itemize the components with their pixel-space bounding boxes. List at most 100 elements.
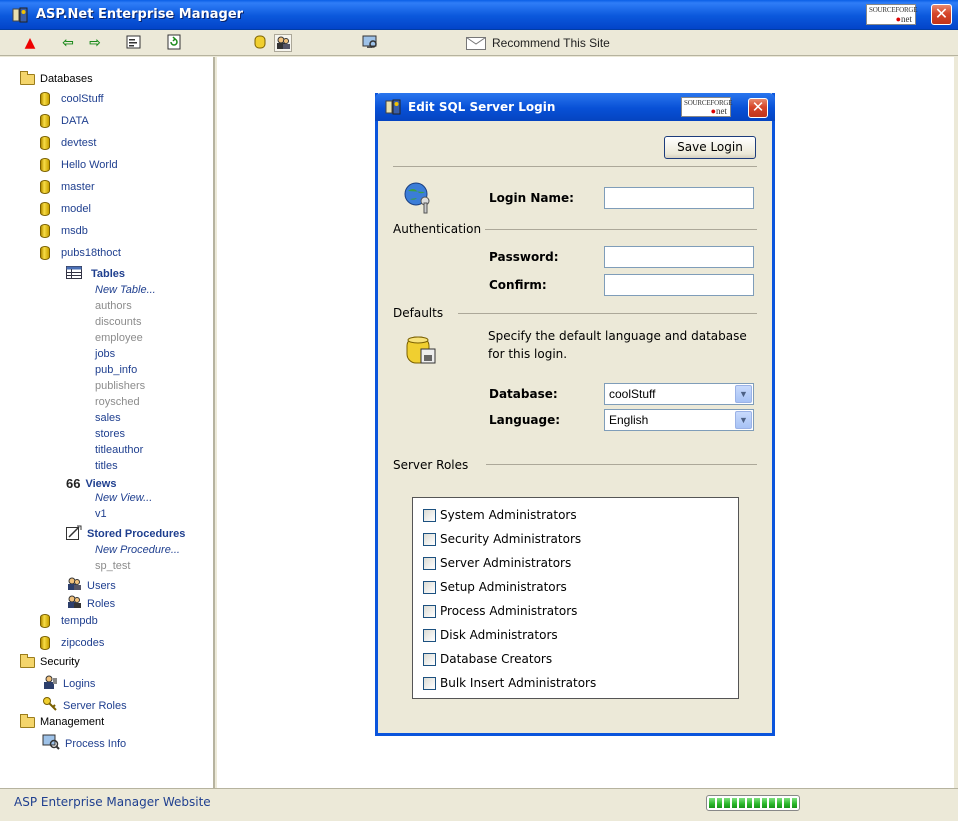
save-login-button[interactable]: Save Login — [664, 136, 756, 159]
tree-view-item[interactable]: v1 — [95, 508, 107, 520]
recommend-site-link[interactable]: Recommend This Site — [466, 34, 610, 52]
progress-block — [709, 798, 715, 808]
tree-table-item[interactable]: roysched — [95, 396, 140, 408]
warning-icon[interactable]: ▲ — [21, 34, 39, 52]
server-roles-list: System Administrators Security Administr… — [412, 497, 739, 699]
website-link[interactable]: ASP Enterprise Manager Website — [14, 795, 211, 809]
tree-new-table[interactable]: New Table... — [95, 284, 156, 296]
database-icon[interactable] — [251, 34, 269, 52]
tree-security[interactable]: Security — [20, 653, 80, 668]
checkbox[interactable] — [423, 628, 436, 642]
tree-new-view[interactable]: New View... — [95, 492, 152, 504]
role-checkbox-row[interactable]: Setup Administrators — [423, 580, 567, 594]
back-arrow-icon[interactable]: ⇦ — [59, 34, 77, 52]
role-checkbox-row[interactable]: Process Administrators — [423, 604, 577, 618]
login-name-input[interactable] — [604, 187, 754, 209]
role-checkbox-row[interactable]: Server Administrators — [423, 556, 571, 570]
tree-table-item[interactable]: jobs — [95, 348, 115, 360]
properties-icon[interactable] — [125, 34, 143, 52]
checkbox[interactable] — [423, 580, 436, 594]
tree-views[interactable]: 66 Views — [66, 476, 116, 491]
checkbox[interactable] — [423, 676, 436, 690]
role-checkbox-row[interactable]: System Administrators — [423, 508, 577, 522]
tree-procedure-item[interactable]: sp_test — [95, 560, 130, 572]
language-select[interactable]: English ▼ — [604, 409, 754, 431]
tree-db-msdb[interactable]: msdb — [40, 224, 88, 238]
globe-key-icon — [403, 181, 437, 218]
password-input[interactable] — [604, 246, 754, 268]
tree-table-item[interactable]: authors — [95, 300, 132, 312]
tree-table-item[interactable]: publishers — [95, 380, 145, 392]
tree-table-item[interactable]: pub_info — [95, 364, 137, 376]
checkbox[interactable] — [423, 508, 436, 522]
database-icon — [40, 224, 50, 238]
app-icon — [11, 6, 29, 24]
divider — [485, 229, 757, 230]
database-icon — [40, 202, 50, 216]
checkbox[interactable] — [423, 556, 436, 570]
tree-table-item[interactable]: discounts — [95, 316, 141, 328]
database-label: Database: — [489, 387, 558, 401]
edit-login-dialog: Edit SQL Server Login SOURCEFORGE ●net ✕… — [375, 93, 775, 736]
database-icon — [40, 180, 50, 194]
window-titlebar: ASP.Net Enterprise Manager SOURCEFORGE ●… — [0, 0, 958, 30]
tree-db-coolstuff[interactable]: coolStuff — [40, 92, 104, 106]
chevron-down-icon[interactable]: ▼ — [735, 385, 752, 403]
tree-roles[interactable]: Roles — [66, 594, 115, 613]
progress-block — [716, 798, 722, 808]
refresh-icon[interactable] — [165, 34, 183, 52]
tree-databases[interactable]: Databases — [20, 70, 93, 85]
tree-management[interactable]: Management — [20, 713, 104, 728]
database-icon — [40, 636, 50, 650]
tree-db-master[interactable]: master — [40, 180, 95, 194]
tree-table-item[interactable]: employee — [95, 332, 143, 344]
process-monitor-icon[interactable] — [361, 34, 379, 52]
tree-tables[interactable]: Tables — [66, 266, 125, 282]
server-roles-label: Server Roles — [393, 458, 469, 472]
forward-arrow-icon[interactable]: ⇨ — [86, 34, 104, 52]
progress-block — [754, 798, 760, 808]
tree-users[interactable]: Users — [66, 576, 116, 595]
tree-db-devtest[interactable]: devtest — [40, 136, 96, 150]
tree-stored-procedures[interactable]: Stored Procedures — [66, 525, 185, 543]
tree-db-hello-world[interactable]: Hello World — [40, 158, 118, 172]
tree-logins[interactable]: Logins — [42, 674, 95, 693]
checkbox[interactable] — [423, 532, 436, 546]
stored-procedure-icon — [66, 525, 82, 543]
checkbox[interactable] — [423, 652, 436, 666]
key-icon — [42, 696, 58, 715]
chevron-down-icon[interactable]: ▼ — [735, 411, 752, 429]
progress-block — [791, 798, 797, 808]
checkbox[interactable] — [423, 604, 436, 618]
database-select[interactable]: coolStuff ▼ — [604, 383, 754, 405]
tree-db-model[interactable]: model — [40, 202, 91, 216]
tree-db-tempdb[interactable]: tempdb — [40, 614, 98, 628]
tree-new-procedure[interactable]: New Procedure... — [95, 544, 180, 556]
dialog-titlebar: Edit SQL Server Login SOURCEFORGE ●net ✕ — [375, 93, 775, 121]
confirm-password-input[interactable] — [604, 274, 754, 296]
tree-table-item[interactable]: titleauthor — [95, 444, 143, 456]
role-checkbox-row[interactable]: Bulk Insert Administrators — [423, 676, 596, 690]
progress-block — [731, 798, 737, 808]
recommend-label: Recommend This Site — [492, 36, 610, 50]
tree-db-data[interactable]: DATA — [40, 114, 89, 128]
tree-server-roles[interactable]: Server Roles — [42, 696, 127, 715]
sourceforge-logo[interactable]: SOURCEFORGE ●net — [681, 97, 733, 117]
progress-block — [761, 798, 767, 808]
tree-db-zipcodes[interactable]: zipcodes — [40, 636, 104, 650]
progress-block — [784, 798, 790, 808]
tree-table-item[interactable]: stores — [95, 428, 125, 440]
window-close-button[interactable]: ✕ — [931, 4, 952, 25]
app-icon — [384, 98, 402, 119]
role-checkbox-row[interactable]: Security Administrators — [423, 532, 581, 546]
users-icon[interactable] — [274, 34, 292, 52]
tree-process-info[interactable]: Process Info — [42, 734, 126, 753]
divider — [486, 464, 757, 465]
dialog-close-button[interactable]: ✕ — [748, 98, 768, 118]
sourceforge-logo[interactable]: SOURCEFORGE ●net — [866, 4, 918, 25]
role-checkbox-row[interactable]: Database Creators — [423, 652, 552, 666]
tree-table-item[interactable]: titles — [95, 460, 118, 472]
tree-table-item[interactable]: sales — [95, 412, 121, 424]
tree-db-pubs18thoct[interactable]: pubs18thoct — [40, 246, 121, 260]
role-checkbox-row[interactable]: Disk Administrators — [423, 628, 558, 642]
